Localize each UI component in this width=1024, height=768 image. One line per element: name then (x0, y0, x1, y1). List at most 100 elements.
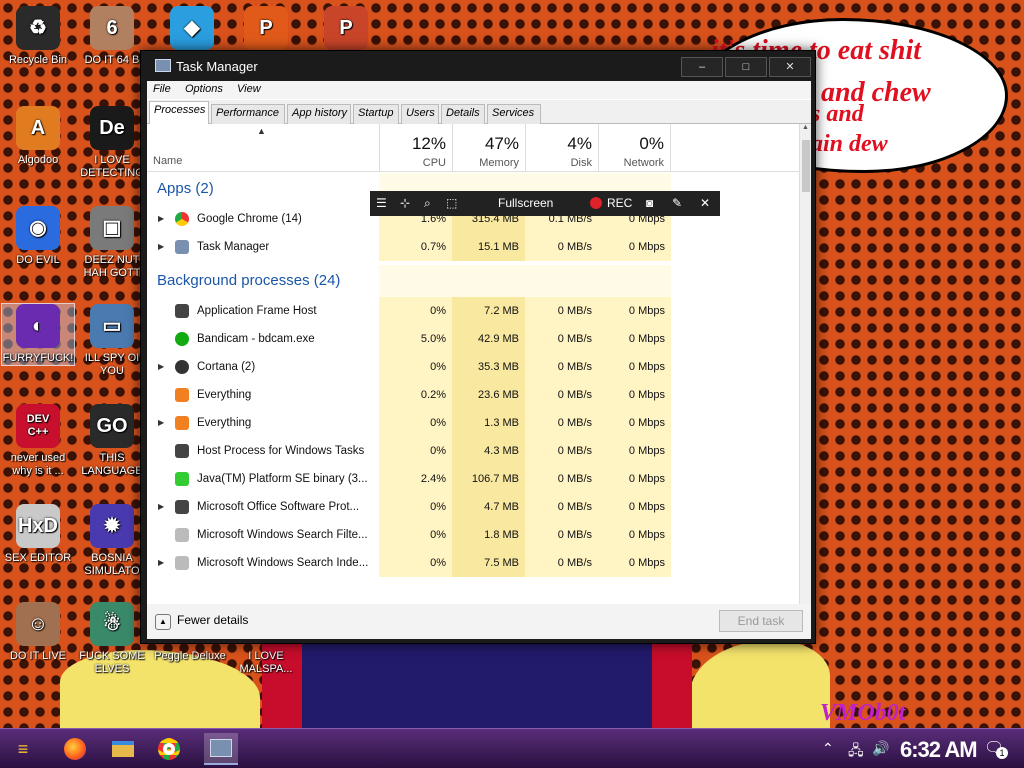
ill-spy-icon: ▭ (90, 304, 134, 348)
title-bar[interactable]: Task Manager – □ ✕ (141, 51, 815, 81)
table-row[interactable]: Host Process for Windows Tasks 0% 4.3 MB 0 … (147, 437, 799, 465)
window-title: Task Manager (176, 59, 258, 74)
chevron-up-tray-icon[interactable]: ⌃ (822, 740, 834, 757)
column-network[interactable]: 0% Network (598, 124, 671, 172)
wallpaper-signature: VMOb0t (820, 700, 906, 726)
close-button[interactable]: ✕ (769, 57, 811, 77)
task-manager-window[interactable]: Task Manager – □ ✕ File Options View Pro… (140, 50, 816, 644)
end-task-button[interactable]: End task (719, 610, 803, 632)
start-button[interactable]: ≡ (6, 733, 40, 765)
desktop-icon-go-lang[interactable]: GO THIS LANGUAGE (76, 404, 148, 478)
column-memory[interactable]: 47% Memory (452, 124, 525, 172)
desktop-icon-label: THIS LANGUAGE (81, 452, 143, 477)
disk-value: 0 MB/s (525, 325, 598, 353)
desktop-icon-do-it-64[interactable]: 6 DO IT 64 B (76, 6, 148, 67)
table-row[interactable]: ▶ Cortana (2) 0% 35.3 MB 0 MB/s 0 Mbps (147, 353, 799, 381)
tab-users[interactable]: Users (401, 104, 439, 124)
memory-total: 47% (484, 134, 519, 153)
chrome-taskbar-icon[interactable] (152, 733, 186, 765)
desktop-icon-elves[interactable]: ☃ FUCK SOME ELVES (76, 602, 148, 676)
volume-icon[interactable]: 🔊 (872, 740, 889, 757)
table-row[interactable]: Everything 0.2% 23.6 MB 0 MB/s 0 Mbps (147, 381, 799, 409)
desktop-icon-label: FUCK SOME ELVES (79, 650, 145, 675)
desktop-icon-algodoo[interactable]: A Algodoo (2, 106, 74, 167)
record-dot-icon (590, 197, 602, 209)
rec-button[interactable]: REC (607, 196, 632, 210)
scroll-up-icon[interactable]: ▲ (800, 124, 811, 136)
maximize-button[interactable]: □ (725, 57, 767, 77)
table-row[interactable]: ▶ Task Manager 0.7% 15.1 MB 0 MB/s 0 Mbps (147, 233, 799, 261)
table-row[interactable]: ▶ Microsoft Office Software Prot... 0% 4.7 … (147, 493, 799, 521)
clock[interactable]: 6:32 AM (900, 737, 978, 763)
desktop-icon-do-evil[interactable]: ◉ DO EVIL (2, 206, 74, 267)
minimize-button[interactable]: – (681, 57, 723, 77)
expand-arrow-icon[interactable]: ▶ (158, 493, 164, 521)
group-header[interactable]: Background processes (24) (147, 265, 799, 297)
desktop-icon-i-love-detecting[interactable]: De I LOVE DETECTING (76, 106, 148, 180)
task-manager-taskbar-icon[interactable] (204, 733, 238, 765)
network-value: 0 Mbps (598, 409, 671, 437)
region-icon[interactable]: ⌕ (424, 196, 431, 211)
desktop-icon-label: never used why is it ... (10, 452, 66, 477)
expand-arrow-icon[interactable]: ▶ (158, 549, 164, 577)
desktop-icon-recycle-bin[interactable]: ♻ Recycle Bin (2, 6, 74, 67)
crop-icon[interactable]: ⬚ (446, 196, 457, 210)
file-explorer-icon[interactable] (106, 733, 140, 765)
desktop-icon-label: Recycle Bin (8, 54, 68, 66)
menu-icon[interactable]: ☰ (376, 196, 387, 210)
table-row[interactable]: Microsoft Windows Search Filte... 0% 1.8 M… (147, 521, 799, 549)
tab-startup[interactable]: Startup (353, 104, 399, 124)
table-row[interactable]: ▶ Microsoft Windows Search Inde... 0% 7.5 M… (147, 549, 799, 577)
resize-icon[interactable]: ⊹ (400, 196, 410, 210)
desktop-icon-dev-cpp[interactable]: DEV C++ never used why is it ... (2, 404, 74, 478)
table-row[interactable]: ▶ Everything 0% 1.3 MB 0 MB/s 0 Mbps (147, 409, 799, 437)
network-icon[interactable]: 🖧 (848, 740, 864, 764)
process-name: Microsoft Windows Search Inde... (197, 557, 369, 569)
tab-performance[interactable]: Performance (211, 104, 285, 124)
network-value: 0 Mbps (598, 465, 671, 493)
desktop-icon-diamond[interactable]: ◆ (156, 6, 228, 54)
desktop-icon-powerpoint[interactable]: P (310, 6, 382, 54)
search-icon (175, 416, 189, 430)
desktop-icon-deez-nuts[interactable]: ▣ DEEZ NUT HAH GOTT (76, 206, 148, 280)
desktop-icon-bosnia[interactable]: ✹ BOSNIA SIMULATO (76, 504, 148, 578)
fewer-details-button[interactable]: ▲ Fewer details (155, 613, 248, 630)
column-cpu[interactable]: 12% CPU (379, 124, 452, 172)
disk-value: 0 MB/s (525, 437, 598, 465)
column-disk[interactable]: 4% Disk (525, 124, 598, 172)
table-row[interactable]: Bandicam - bdcam.exe 5.0% 42.9 MB 0 MB/s 0 M… (147, 325, 799, 353)
expand-arrow-icon[interactable]: ▶ (158, 233, 164, 261)
tab-app-history[interactable]: App history (287, 104, 351, 124)
pencil-icon[interactable]: ✎ (672, 196, 682, 210)
desktop-icon-ill-spy[interactable]: ▭ ILL SPY OI YOU (76, 304, 148, 378)
disk-value: 0 MB/s (525, 549, 598, 577)
network-total: 0% (639, 134, 664, 153)
column-name[interactable]: Name (153, 155, 182, 167)
expand-arrow-icon[interactable]: ▶ (158, 409, 164, 437)
disk-value: 0 MB/s (525, 353, 598, 381)
tab-services[interactable]: Services (487, 104, 541, 124)
expand-arrow-icon[interactable]: ▶ (158, 353, 164, 381)
network-value: 0 Mbps (598, 297, 671, 325)
tab-processes[interactable]: Processes (149, 101, 209, 124)
cpu-value: 0% (379, 437, 452, 465)
scrollbar-thumb[interactable] (802, 140, 810, 192)
vertical-scrollbar[interactable]: ▲ ▼ (799, 124, 811, 622)
close-recorder-icon[interactable]: ✕ (700, 196, 710, 210)
table-row[interactable]: Java(TM) Platform SE binary (3... 2.4% 106… (147, 465, 799, 493)
table-row[interactable]: Application Frame Host 0% 7.2 MB 0 MB/s 0 Mb… (147, 297, 799, 325)
footer-bar: ▲ Fewer details End task (147, 604, 811, 639)
menu-file[interactable]: File (153, 83, 171, 95)
desktop-icon-peggle-p[interactable]: P (230, 6, 302, 54)
camera-icon[interactable]: ◙ (646, 196, 653, 210)
menu-options[interactable]: Options (185, 83, 223, 95)
firefox-taskbar-icon[interactable] (58, 733, 92, 765)
expand-arrow-icon[interactable]: ▶ (158, 205, 164, 233)
desktop-icon-label: SEX EDITOR (4, 552, 72, 564)
capture-mode[interactable]: Fullscreen (498, 196, 553, 210)
desktop-icon-furryfuck[interactable]: ◐ FURRYFUCK! (1, 303, 75, 366)
desktop-icon-do-it-live[interactable]: ☺ DO IT LIVE (2, 602, 74, 663)
tab-details[interactable]: Details (441, 104, 485, 124)
desktop-icon-hxd[interactable]: HxD SEX EDITOR (2, 504, 74, 565)
menu-view[interactable]: View (237, 83, 261, 95)
